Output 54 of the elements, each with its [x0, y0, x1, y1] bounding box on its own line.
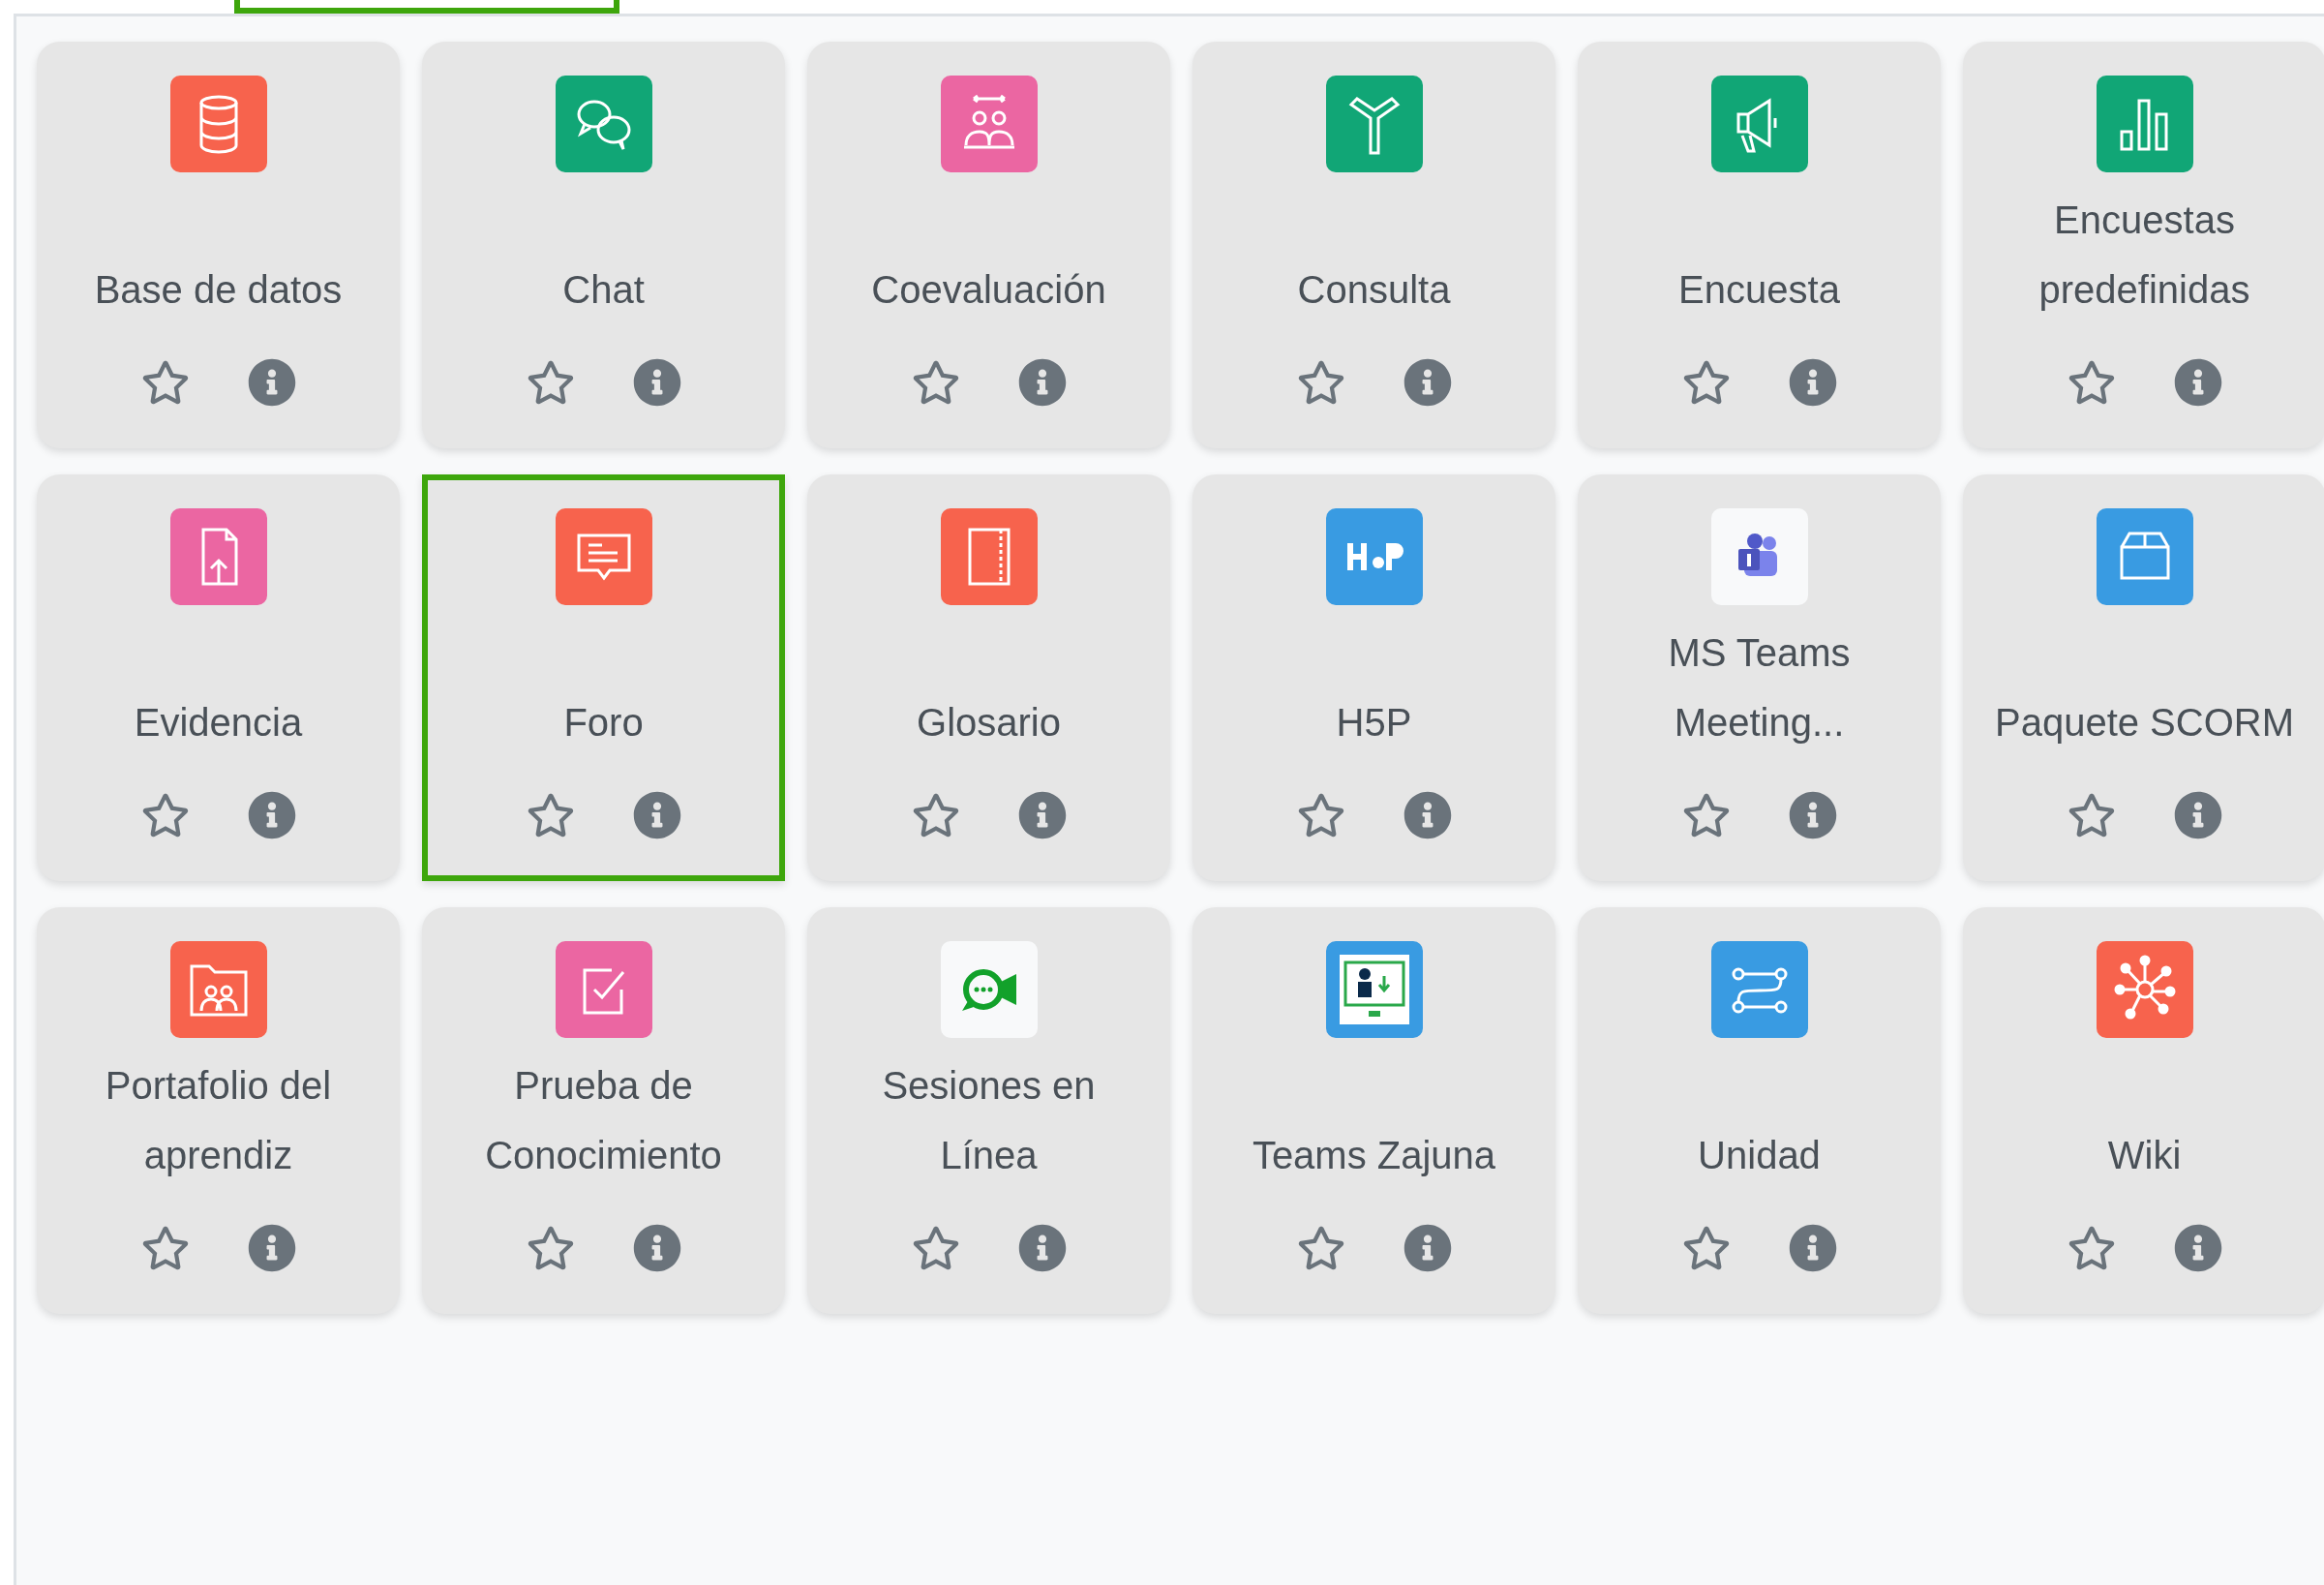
info-button[interactable]: [631, 1223, 682, 1273]
activity-card[interactable]: Prueba de Conocimiento: [422, 907, 785, 1314]
activity-card[interactable]: Glosario: [807, 474, 1170, 881]
activity-name: Wiki: [2107, 1133, 2182, 1178]
activity-name: Paquete SCORM: [1995, 700, 2294, 746]
activity-name: Consulta: [1297, 267, 1451, 313]
activity-name: Sesiones en Línea: [881, 1063, 1097, 1178]
activity-name: Evidencia: [134, 700, 303, 746]
info-button[interactable]: [2172, 1223, 2223, 1273]
info-button[interactable]: [246, 357, 297, 408]
activity-card[interactable]: Encuesta: [1578, 42, 1941, 448]
activity-card[interactable]: Teams Zajuna: [1192, 907, 1555, 1314]
info-button[interactable]: [1016, 1223, 1068, 1273]
activity-card[interactable]: Base de datos: [37, 42, 400, 448]
activity-card[interactable]: Foro: [422, 474, 785, 881]
info-button[interactable]: [1787, 790, 1838, 840]
activity-name: MS Teams Meeting...: [1667, 630, 1852, 746]
activity-card[interactable]: Wiki: [1963, 907, 2324, 1314]
activity-card[interactable]: Encuestas predefinidas: [1963, 42, 2324, 448]
info-button[interactable]: [2172, 357, 2223, 408]
info-button[interactable]: [1402, 357, 1453, 408]
activity-name: Base de datos: [94, 267, 343, 313]
info-button[interactable]: [1787, 1223, 1838, 1273]
info-button[interactable]: [1016, 790, 1068, 840]
activity-card[interactable]: Coevaluación: [807, 42, 1170, 448]
info-button[interactable]: [631, 790, 682, 840]
activity-card[interactable]: Consulta: [1192, 42, 1555, 448]
activity-name: Prueba de Conocimiento: [484, 1063, 723, 1178]
activity-name: Chat: [562, 267, 645, 313]
activity-name: Encuestas predefinidas: [2037, 198, 2251, 313]
activity-name: Teams Zajuna: [1252, 1133, 1496, 1178]
activity-name: Portafolio del aprendiz: [104, 1063, 333, 1178]
activity-card[interactable]: Paquete SCORM: [1963, 474, 2324, 881]
activity-card[interactable]: MS Teams Meeting...: [1578, 474, 1941, 881]
activity-name: Coevaluación: [871, 267, 1106, 313]
activity-card[interactable]: Evidencia: [37, 474, 400, 881]
info-button[interactable]: [631, 357, 682, 408]
info-button[interactable]: [1402, 790, 1453, 840]
info-button[interactable]: [246, 790, 297, 840]
activity-name: Foro: [563, 700, 644, 746]
activity-card[interactable]: Portafolio del aprendiz: [37, 907, 400, 1314]
activity-name: Glosario: [917, 700, 1061, 746]
info-button[interactable]: [1016, 357, 1068, 408]
info-button[interactable]: [2172, 790, 2223, 840]
info-button[interactable]: [246, 1223, 297, 1273]
activity-card[interactable]: Chat: [422, 42, 785, 448]
activity-name: H5P: [1336, 700, 1412, 746]
info-button[interactable]: [1787, 357, 1838, 408]
activity-card[interactable]: Unidad: [1578, 907, 1941, 1314]
activity-name: Unidad: [1698, 1133, 1821, 1178]
activity-card[interactable]: Sesiones en Línea: [807, 907, 1170, 1314]
activity-name: Encuesta: [1678, 267, 1840, 313]
activity-card[interactable]: H5P: [1192, 474, 1555, 881]
info-button[interactable]: [1402, 1223, 1453, 1273]
